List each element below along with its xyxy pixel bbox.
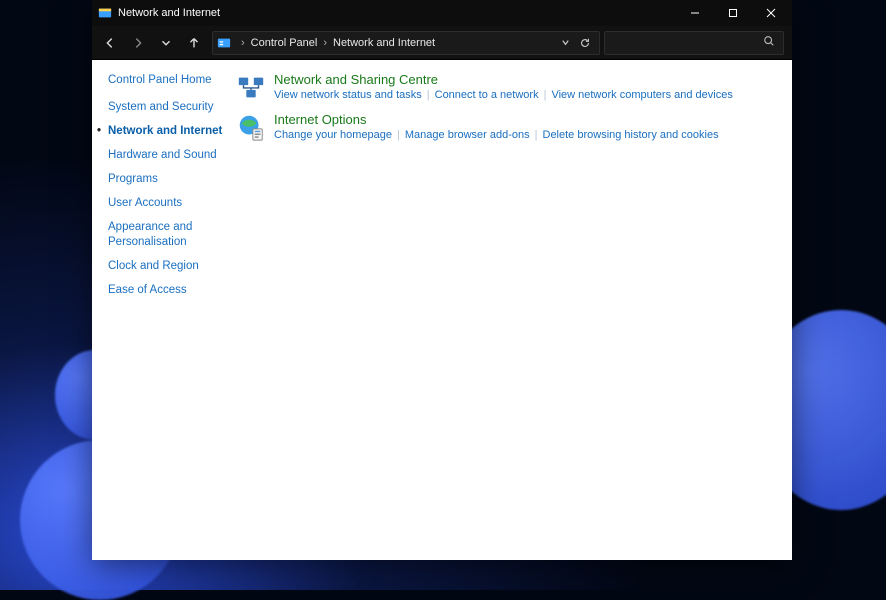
control-panel-icon [217, 36, 231, 50]
title-bar: Network and Internet [92, 0, 792, 26]
link-divider: | [397, 129, 400, 141]
control-panel-window: Network and Internet › Control Panel › N… [92, 0, 792, 560]
category-group: Internet Options Change your homepage | Man… [236, 112, 780, 142]
back-button[interactable] [96, 29, 124, 57]
task-link[interactable]: Manage browser add-ons [405, 129, 530, 141]
sidebar-item[interactable]: Network and Internet [108, 124, 224, 139]
task-link[interactable]: Connect to a network [435, 89, 539, 101]
up-button[interactable] [180, 29, 208, 57]
link-divider: | [427, 89, 430, 101]
address-bar[interactable]: › Control Panel › Network and Internet [212, 31, 600, 55]
sidebar-item[interactable]: User Accounts [108, 196, 224, 211]
category-links: View network status and tasks | Connect to… [274, 89, 780, 101]
internet-options-icon [236, 112, 266, 142]
link-divider: | [535, 129, 538, 141]
task-link[interactable]: View network computers and devices [551, 89, 732, 101]
sidebar-item[interactable]: Hardware and Sound [108, 148, 224, 163]
main-panel: Network and Sharing Centre View network s… [232, 60, 792, 560]
search-box[interactable] [604, 31, 784, 55]
breadcrumb-root[interactable]: Control Panel [251, 37, 318, 49]
address-dropdown[interactable] [555, 37, 575, 48]
sidebar-item[interactable]: System and Security [108, 100, 224, 115]
sidebar-item[interactable]: Ease of Access [108, 283, 224, 298]
category-links: Change your homepage | Manage browser add-… [274, 129, 780, 141]
breadcrumb-current[interactable]: Network and Internet [333, 37, 435, 49]
task-link[interactable]: Change your homepage [274, 129, 392, 141]
network-sharing-icon [236, 72, 266, 102]
maximize-button[interactable] [714, 0, 752, 26]
nav-toolbar: › Control Panel › Network and Internet [92, 26, 792, 60]
close-button[interactable] [752, 0, 790, 26]
chevron-right-icon: › [323, 37, 327, 49]
refresh-button[interactable] [575, 37, 595, 49]
sidebar-item[interactable]: Clock and Region [108, 259, 224, 274]
forward-button[interactable] [124, 29, 152, 57]
task-link[interactable]: Delete browsing history and cookies [543, 129, 719, 141]
category-title[interactable]: Network and Sharing Centre [274, 72, 780, 87]
minimize-button[interactable] [676, 0, 714, 26]
search-icon [763, 34, 775, 52]
window-title: Network and Internet [118, 7, 220, 19]
content-area: Control Panel Home System and Security Ne… [92, 60, 792, 560]
sidebar-item[interactable]: Appearance and Personalisation [108, 220, 224, 250]
category-title[interactable]: Internet Options [274, 112, 780, 127]
task-link[interactable]: View network status and tasks [274, 89, 422, 101]
recent-dropdown[interactable] [152, 29, 180, 57]
sidebar-item[interactable]: Programs [108, 172, 224, 187]
category-group: Network and Sharing Centre View network s… [236, 72, 780, 102]
control-panel-home-link[interactable]: Control Panel Home [108, 74, 224, 86]
sidebar: Control Panel Home System and Security Ne… [92, 60, 232, 560]
link-divider: | [544, 89, 547, 101]
control-panel-icon [98, 6, 112, 20]
chevron-right-icon: › [241, 37, 245, 49]
